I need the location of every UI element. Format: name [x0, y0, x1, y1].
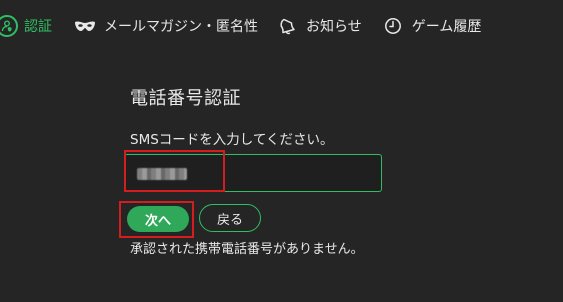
next-button-highlight-box [119, 201, 194, 238]
nav-item-game-history[interactable]: ゲーム履歴 [384, 16, 482, 36]
nav-item-mail-magazine[interactable]: メールマガジン・匿名性 [74, 16, 258, 36]
back-button[interactable]: 戻る [199, 204, 261, 232]
nav-item-label: ゲーム履歴 [411, 19, 482, 35]
mask-icon [74, 20, 96, 32]
nav-item-label: 認証 [24, 19, 52, 35]
nav-item-news[interactable]: お知らせ [278, 16, 362, 36]
phone-verification-form: 電話番号認証 SMSコードを入力してください。 [124, 84, 382, 192]
input-highlight-box [124, 150, 225, 192]
nav-item-auth[interactable]: 認証 [0, 15, 52, 37]
user-shield-icon [0, 15, 18, 37]
nav-item-label: メールマガジン・匿名性 [104, 19, 258, 35]
bell-icon [278, 17, 296, 35]
top-nav: 認証 メールマガジン・匿名性 お知らせ ゲーム履歴 [0, 8, 481, 44]
clock-icon [384, 17, 402, 35]
page-title: 電話番号認証 [130, 88, 241, 109]
status-message: 承認された携帯電話番号がありません。 [130, 242, 364, 257]
instruction-text: SMSコードを入力してください。 [130, 132, 334, 148]
nav-item-label: お知らせ [306, 19, 362, 35]
